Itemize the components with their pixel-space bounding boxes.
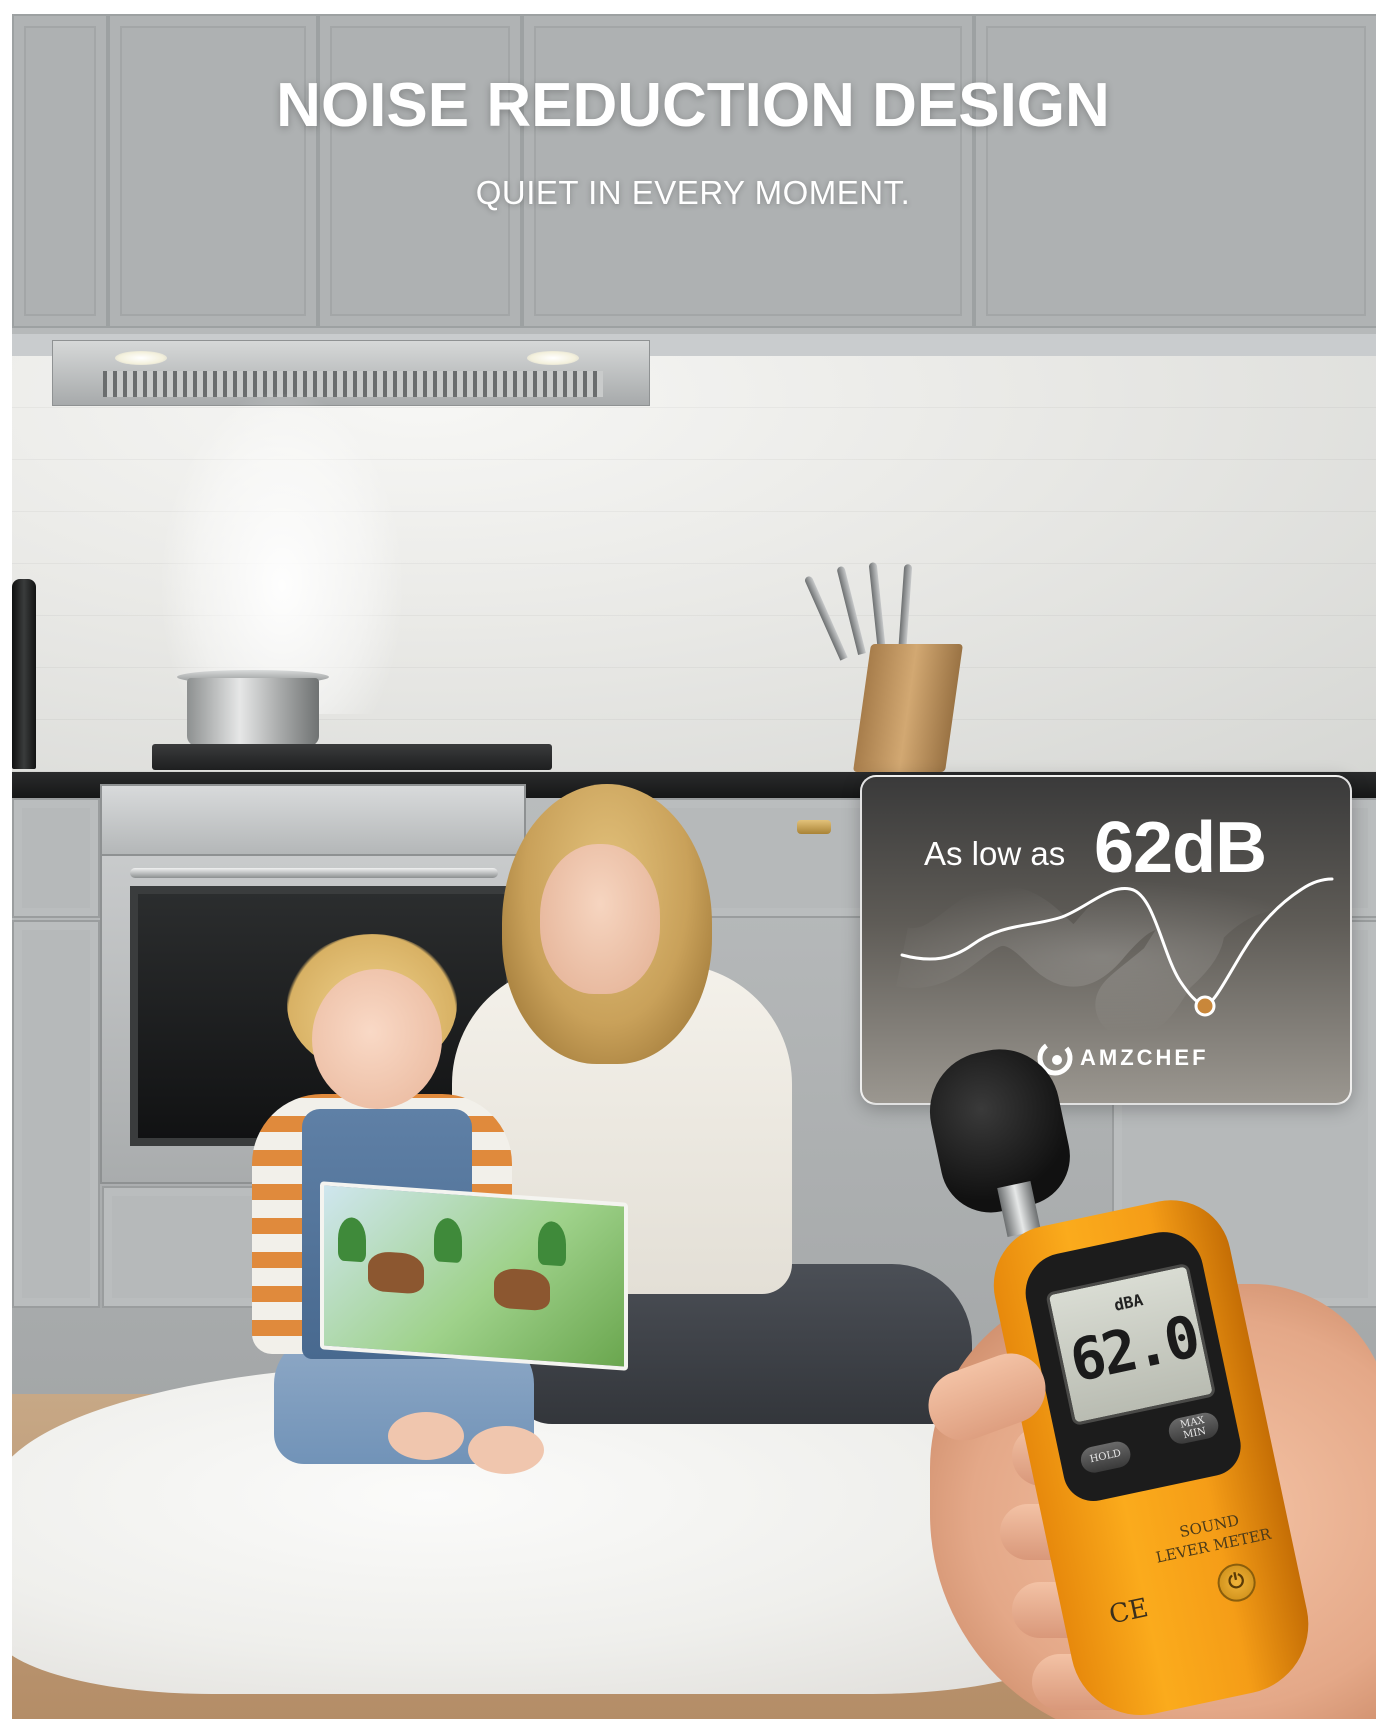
book-tree-illustration	[434, 1217, 462, 1264]
cabinet-door	[12, 14, 108, 328]
cabinet-door	[522, 14, 974, 328]
device-label: SOUND LEVER METER	[1139, 1502, 1284, 1570]
boy-foot	[388, 1412, 464, 1460]
cooktop	[152, 744, 552, 770]
picture-book	[320, 1181, 628, 1371]
lcd-display: dBA 62.0	[1045, 1262, 1217, 1427]
boy-face	[312, 969, 442, 1109]
hold-button[interactable]: HOLD	[1078, 1439, 1133, 1476]
cabinet-door	[12, 920, 100, 1308]
meter-faceplate: dBA 62.0 HOLD MAX MIN	[1018, 1224, 1247, 1507]
bottle	[12, 579, 36, 769]
cooking-pot	[187, 678, 319, 746]
oven-handle	[130, 868, 498, 878]
book-tree-illustration	[538, 1220, 566, 1267]
knife-block	[853, 644, 963, 772]
cabinet-door	[108, 14, 318, 328]
boy-foot	[468, 1426, 544, 1474]
cabinet-door	[974, 14, 1376, 328]
callout-prefix: As low as	[924, 835, 1066, 872]
hood-light	[115, 351, 167, 365]
cabinet-door	[318, 14, 522, 328]
book-tree-illustration	[338, 1216, 366, 1263]
brand-name: AMZCHEF	[1080, 1045, 1209, 1070]
power-button[interactable]: ⏻	[1214, 1560, 1260, 1606]
cabinet-drawer	[12, 798, 100, 918]
max-min-button[interactable]: MAX MIN	[1166, 1410, 1221, 1447]
power-icon: ⏻	[1226, 1569, 1247, 1595]
lcd-unit: dBA	[1112, 1290, 1145, 1315]
book-bear-illustration	[368, 1250, 424, 1295]
headline-title: NOISE REDUCTION DESIGN	[276, 71, 1110, 140]
curve-low-point-marker	[1194, 995, 1216, 1017]
mother-face	[540, 844, 660, 994]
ce-mark: CE	[1106, 1592, 1151, 1631]
book-bear-illustration	[494, 1267, 550, 1312]
noise-level-value: 62dB	[1094, 808, 1267, 888]
headline-subtitle: QUIET IN EVERY MOMENT.	[475, 174, 911, 211]
noise-level-callout: As low as 62dB AMZCHEF	[860, 775, 1352, 1105]
lcd-reading: 62.0	[1064, 1302, 1204, 1396]
brand-logo-lockup: AMZCHEF	[1036, 1039, 1209, 1077]
product-image: As low as 62dB AMZCHEF dBA 62.0 HOLD MAX…	[12, 14, 1376, 1719]
drawer-handle	[797, 820, 831, 834]
steam	[162, 394, 402, 714]
oven-control-panel	[102, 786, 524, 856]
hood-light	[527, 351, 579, 365]
